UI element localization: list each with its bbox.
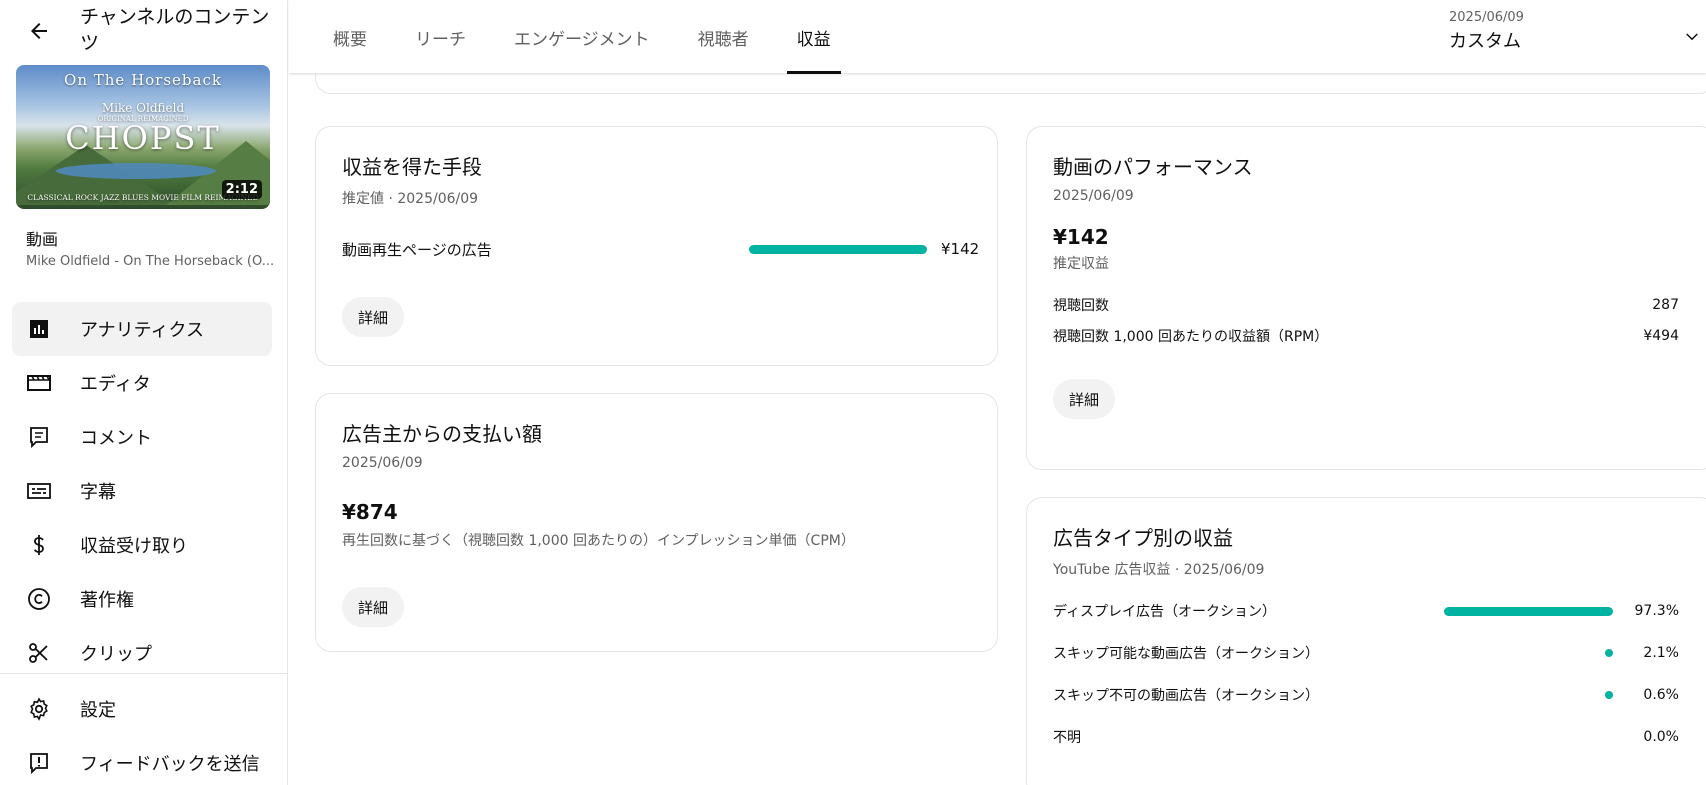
ad-type-value: 2.1% bbox=[1643, 645, 1679, 661]
sidebar-item-settings[interactable]: 設定 bbox=[12, 682, 272, 736]
ad-type-value: 97.3% bbox=[1634, 603, 1679, 619]
sidebar: チャンネルのコンテンツ On The Horseback Mike Oldfie… bbox=[0, 0, 288, 785]
video-performance-detail-button[interactable]: 詳細 bbox=[1053, 379, 1116, 419]
ad-type-row: ディスプレイ広告（オークション） 97.3% bbox=[1053, 600, 1679, 622]
revenue-source-value: ¥142 bbox=[941, 240, 980, 258]
video-label: 動画 bbox=[26, 230, 59, 249]
sidebar-item-label: 字幕 bbox=[80, 482, 116, 503]
card-title: 動画のパフォーマンス bbox=[1053, 155, 1253, 179]
back-button[interactable] bbox=[22, 14, 56, 48]
thumbnail-artist: Mike Oldfield bbox=[101, 101, 185, 115]
tab-engagement[interactable]: エンゲージメント bbox=[500, 0, 664, 74]
thumbnail-logo: CHOPST bbox=[65, 119, 221, 157]
sidebar-item-label: 収益受け取り bbox=[80, 536, 188, 557]
sidebar-item-label: コメント bbox=[80, 428, 152, 449]
advertiser-payments-detail-button[interactable]: 詳細 bbox=[342, 587, 405, 627]
sidebar-item-copyright[interactable]: 著作権 bbox=[12, 572, 272, 626]
card-subtitle: YouTube 広告収益 · 2025/06/09 bbox=[1053, 562, 1265, 578]
dollar-icon bbox=[26, 532, 52, 558]
tab-reach[interactable]: リーチ bbox=[401, 0, 480, 74]
views-row: 視聴回数 287 bbox=[1053, 294, 1679, 316]
subtitles-icon bbox=[26, 478, 52, 504]
card-title: 収益を得た手段 bbox=[342, 155, 482, 179]
feedback-icon bbox=[26, 750, 52, 776]
ad-type-revenue-card: 広告タイプ別の収益 YouTube 広告収益 · 2025/06/09 ディスプ… bbox=[1026, 497, 1706, 785]
ad-type-label: スキップ可能な動画広告（オークション） bbox=[1053, 646, 1319, 662]
ad-type-label: ディスプレイ広告（オークション） bbox=[1053, 604, 1277, 620]
sidebar-item-label: 設定 bbox=[80, 700, 116, 721]
revenue-source-label: 動画再生ページの広告 bbox=[342, 240, 492, 259]
advertiser-payments-card: 広告主からの支払い額 2025/06/09 ¥874 再生回数に基づく（視聴回数… bbox=[315, 393, 998, 652]
video-performance-card: 動画のパフォーマンス 2025/06/09 ¥142 推定収益 視聴回数 287… bbox=[1026, 126, 1706, 470]
sidebar-item-label: エディタ bbox=[80, 374, 151, 395]
ad-type-row: 不明 0.0% bbox=[1053, 726, 1679, 748]
analytics-icon bbox=[26, 316, 52, 342]
rpm-row: 視聴回数 1,000 回あたりの収益額（RPM） ¥494 bbox=[1053, 325, 1679, 347]
revenue-sources-detail-button[interactable]: 詳細 bbox=[342, 297, 405, 337]
ad-type-row: スキップ可能な動画広告（オークション） 2.1% bbox=[1053, 642, 1679, 664]
comment-icon bbox=[26, 424, 52, 450]
card-subtitle: 2025/06/09 bbox=[342, 455, 423, 471]
ad-type-row: スキップ不可の動画広告（オークション） 0.6% bbox=[1053, 684, 1679, 706]
sidebar-header: チャンネルのコンテンツ bbox=[0, 0, 288, 60]
revenue-sources-card: 収益を得た手段 推定値 · 2025/06/09 動画再生ページの広告 ¥142… bbox=[315, 126, 998, 366]
ad-type-value: 0.6% bbox=[1643, 687, 1679, 703]
sidebar-bottom-nav: 設定 フィードバックを送信 bbox=[12, 682, 272, 785]
tab-revenue[interactable]: 収益 bbox=[783, 0, 845, 74]
sidebar-item-monetization[interactable]: 収益受け取り bbox=[12, 518, 272, 572]
cpm-value: ¥874 bbox=[342, 500, 398, 524]
sidebar-item-label: 著作権 bbox=[80, 590, 134, 611]
copyright-icon bbox=[26, 586, 52, 612]
card-title: 広告タイプ別の収益 bbox=[1053, 526, 1233, 550]
sidebar-item-subtitles[interactable]: 字幕 bbox=[12, 464, 272, 518]
date-range-label: カスタム bbox=[1449, 31, 1521, 52]
card-subtitle: 推定値 · 2025/06/09 bbox=[342, 191, 479, 207]
sidebar-title: チャンネルのコンテンツ bbox=[80, 6, 270, 54]
sidebar-item-label: フィードバックを送信 bbox=[80, 754, 260, 775]
ad-type-bar bbox=[1444, 606, 1613, 616]
cpm-description: 再生回数に基づく（視聴回数 1,000 回あたりの）インプレッション単価（CPM… bbox=[342, 533, 855, 549]
views-value: 287 bbox=[1652, 297, 1679, 313]
thumbnail-title: On The Horseback bbox=[64, 71, 222, 89]
video-thumbnail[interactable]: On The Horseback Mike Oldfield ORIGINAL … bbox=[16, 65, 270, 209]
revenue-source-bar bbox=[749, 244, 927, 254]
ad-type-bar bbox=[1605, 649, 1613, 657]
duration-badge: 2:12 bbox=[221, 180, 262, 199]
sidebar-item-label: クリップ bbox=[80, 644, 152, 665]
sidebar-item-clips[interactable]: クリップ bbox=[12, 626, 272, 680]
sidebar-item-editor[interactable]: エディタ bbox=[12, 356, 272, 410]
revenue-source-row: 動画再生ページの広告 ¥142 bbox=[342, 237, 980, 261]
tab-audience[interactable]: 視聴者 bbox=[684, 0, 763, 74]
sidebar-item-feedback[interactable]: フィードバックを送信 bbox=[12, 736, 272, 785]
gear-icon bbox=[26, 696, 52, 722]
ad-type-bar bbox=[1605, 691, 1613, 699]
sidebar-item-analytics[interactable]: アナリティクス bbox=[12, 302, 272, 356]
ad-type-label: 不明 bbox=[1053, 730, 1081, 746]
tab-overview[interactable]: 概要 bbox=[319, 0, 381, 74]
arrow-left-icon bbox=[31, 23, 47, 39]
rpm-label: 視聴回数 1,000 回あたりの収益額（RPM） bbox=[1053, 329, 1329, 345]
card-title: 広告主からの支払い額 bbox=[342, 422, 542, 446]
ad-type-label: スキップ不可の動画広告（オークション） bbox=[1053, 688, 1319, 704]
ad-type-value: 0.0% bbox=[1643, 729, 1679, 745]
date-range-selector[interactable]: 2025/06/09 カスタム bbox=[1449, 10, 1699, 66]
sidebar-nav: アナリティクス エディタ コメント 字幕 収益受け取り 著作権 クリップ bbox=[12, 302, 272, 680]
editor-icon bbox=[26, 370, 52, 396]
scissors-icon bbox=[26, 640, 52, 666]
views-label: 視聴回数 bbox=[1053, 298, 1109, 314]
analytics-header: 概要 リーチ エンゲージメント 視聴者 収益 2025/06/09 カスタム bbox=[289, 0, 1706, 74]
chevron-down-icon bbox=[1686, 33, 1698, 41]
estimated-revenue-value: ¥142 bbox=[1053, 225, 1109, 249]
revenue-content: 収益を得た手段 推定値 · 2025/06/09 動画再生ページの広告 ¥142… bbox=[289, 54, 1706, 785]
date-range-date: 2025/06/09 bbox=[1449, 10, 1524, 25]
estimated-revenue-label: 推定収益 bbox=[1053, 256, 1109, 272]
sidebar-divider bbox=[0, 673, 288, 674]
rpm-value: ¥494 bbox=[1643, 328, 1679, 344]
sidebar-item-label: アナリティクス bbox=[80, 320, 205, 341]
analytics-tabs: 概要 リーチ エンゲージメント 視聴者 収益 bbox=[319, 0, 865, 74]
sidebar-item-comments[interactable]: コメント bbox=[12, 410, 272, 464]
card-subtitle: 2025/06/09 bbox=[1053, 188, 1134, 204]
video-name: Mike Oldfield - On The Horseback (O... bbox=[26, 254, 275, 269]
